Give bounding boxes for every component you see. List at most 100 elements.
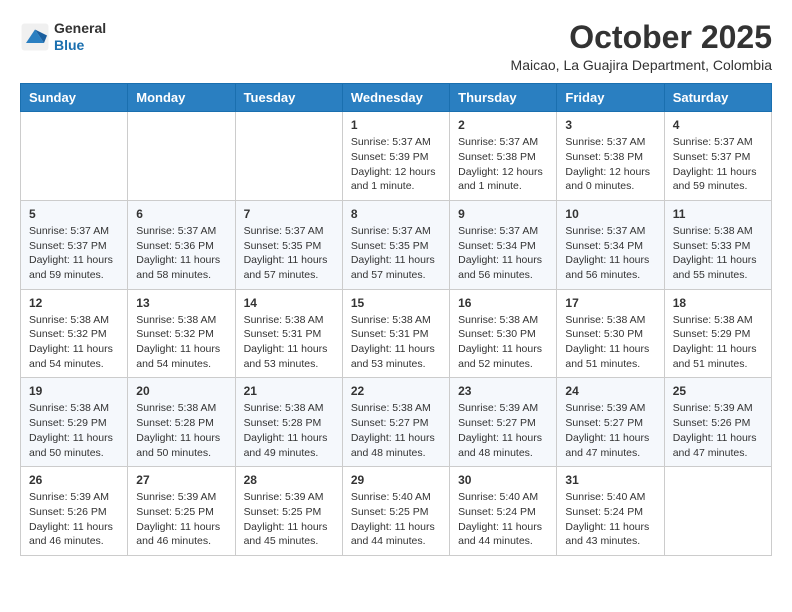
day-cell: 4 Sunrise: 5:37 AM Sunset: 5:37 PM Daylig…	[664, 112, 771, 201]
day-cell	[21, 112, 128, 201]
day-number: 22	[351, 384, 441, 398]
day-cell: 8 Sunrise: 5:37 AM Sunset: 5:35 PM Daylig…	[342, 200, 449, 289]
day-info: Sunrise: 5:38 AM Sunset: 5:30 PM Dayligh…	[565, 313, 655, 372]
day-info: Sunrise: 5:38 AM Sunset: 5:29 PM Dayligh…	[29, 401, 119, 460]
logo-icon	[20, 22, 50, 52]
day-number: 12	[29, 296, 119, 310]
day-number: 4	[673, 118, 763, 132]
day-info: Sunrise: 5:37 AM Sunset: 5:34 PM Dayligh…	[565, 224, 655, 283]
location: Maicao, La Guajira Department, Colombia	[511, 57, 772, 73]
day-cell: 30Sunrise: 5:40 AM Sunset: 5:24 PM Dayli…	[450, 467, 557, 556]
day-cell: 17 Sunrise: 5:38 AM Sunset: 5:30 PM Dayli…	[557, 289, 664, 378]
day-number: 23	[458, 384, 548, 398]
week-row-2: 5 Sunrise: 5:37 AM Sunset: 5:37 PM Daylig…	[21, 200, 772, 289]
day-info: Sunrise: 5:37 AM Sunset: 5:39 PM Dayligh…	[351, 135, 441, 194]
day-info: Sunrise: 5:37 AM Sunset: 5:34 PM Dayligh…	[458, 224, 548, 283]
day-number: 16	[458, 296, 548, 310]
day-cell: 6Sunrise: 5:37 AM Sunset: 5:36 PM Daylig…	[128, 200, 235, 289]
header: General Blue October 2025 Maicao, La Gua…	[20, 20, 772, 73]
day-cell: 5 Sunrise: 5:37 AM Sunset: 5:37 PM Daylig…	[21, 200, 128, 289]
day-number: 31	[565, 473, 655, 487]
days-header-row: SundayMondayTuesdayWednesdayThursdayFrid…	[21, 84, 772, 112]
day-cell: 11 Sunrise: 5:38 AM Sunset: 5:33 PM Dayli…	[664, 200, 771, 289]
day-info: Sunrise: 5:40 AM Sunset: 5:24 PM Dayligh…	[458, 490, 548, 549]
day-number: 7	[244, 207, 334, 221]
day-info: Sunrise: 5:38 AM Sunset: 5:32 PM Dayligh…	[136, 313, 226, 372]
day-header-wednesday: Wednesday	[342, 84, 449, 112]
day-number: 25	[673, 384, 763, 398]
day-number: 2	[458, 118, 548, 132]
day-cell: 7Sunrise: 5:37 AM Sunset: 5:35 PM Daylig…	[235, 200, 342, 289]
day-number: 3	[565, 118, 655, 132]
day-info: Sunrise: 5:38 AM Sunset: 5:32 PM Dayligh…	[29, 313, 119, 372]
day-cell: 1Sunrise: 5:37 AM Sunset: 5:39 PM Daylig…	[342, 112, 449, 201]
day-number: 5	[29, 207, 119, 221]
day-cell: 28 Sunrise: 5:39 AM Sunset: 5:25 PM Dayli…	[235, 467, 342, 556]
day-cell	[235, 112, 342, 201]
day-info: Sunrise: 5:37 AM Sunset: 5:35 PM Dayligh…	[351, 224, 441, 283]
day-header-tuesday: Tuesday	[235, 84, 342, 112]
day-cell: 23 Sunrise: 5:39 AM Sunset: 5:27 PM Dayli…	[450, 378, 557, 467]
day-cell: 19Sunrise: 5:38 AM Sunset: 5:29 PM Dayli…	[21, 378, 128, 467]
logo: General Blue	[20, 20, 106, 54]
day-number: 28	[244, 473, 334, 487]
day-number: 6	[136, 207, 226, 221]
day-cell: 29Sunrise: 5:40 AM Sunset: 5:25 PM Dayli…	[342, 467, 449, 556]
day-info: Sunrise: 5:39 AM Sunset: 5:25 PM Dayligh…	[244, 490, 334, 549]
day-info: Sunrise: 5:38 AM Sunset: 5:33 PM Dayligh…	[673, 224, 763, 283]
week-row-3: 12 Sunrise: 5:38 AM Sunset: 5:32 PM Dayli…	[21, 289, 772, 378]
day-info: Sunrise: 5:39 AM Sunset: 5:27 PM Dayligh…	[458, 401, 548, 460]
day-info: Sunrise: 5:39 AM Sunset: 5:27 PM Dayligh…	[565, 401, 655, 460]
day-number: 11	[673, 207, 763, 221]
day-cell: 24 Sunrise: 5:39 AM Sunset: 5:27 PM Dayli…	[557, 378, 664, 467]
title-section: October 2025 Maicao, La Guajira Departme…	[511, 20, 772, 73]
day-info: Sunrise: 5:40 AM Sunset: 5:25 PM Dayligh…	[351, 490, 441, 549]
day-number: 13	[136, 296, 226, 310]
day-number: 17	[565, 296, 655, 310]
day-cell: 3 Sunrise: 5:37 AM Sunset: 5:38 PM Daylig…	[557, 112, 664, 201]
day-info: Sunrise: 5:38 AM Sunset: 5:28 PM Dayligh…	[244, 401, 334, 460]
day-info: Sunrise: 5:37 AM Sunset: 5:37 PM Dayligh…	[673, 135, 763, 194]
day-cell	[664, 467, 771, 556]
day-header-saturday: Saturday	[664, 84, 771, 112]
day-info: Sunrise: 5:39 AM Sunset: 5:26 PM Dayligh…	[29, 490, 119, 549]
day-info: Sunrise: 5:37 AM Sunset: 5:38 PM Dayligh…	[458, 135, 548, 194]
day-info: Sunrise: 5:38 AM Sunset: 5:28 PM Dayligh…	[136, 401, 226, 460]
logo-blue: Blue	[54, 37, 106, 54]
day-info: Sunrise: 5:37 AM Sunset: 5:38 PM Dayligh…	[565, 135, 655, 194]
day-header-thursday: Thursday	[450, 84, 557, 112]
day-cell	[128, 112, 235, 201]
day-info: Sunrise: 5:40 AM Sunset: 5:24 PM Dayligh…	[565, 490, 655, 549]
month-year: October 2025	[511, 20, 772, 55]
day-number: 21	[244, 384, 334, 398]
week-row-5: 26Sunrise: 5:39 AM Sunset: 5:26 PM Dayli…	[21, 467, 772, 556]
day-info: Sunrise: 5:38 AM Sunset: 5:31 PM Dayligh…	[244, 313, 334, 372]
day-info: Sunrise: 5:38 AM Sunset: 5:27 PM Dayligh…	[351, 401, 441, 460]
day-cell: 21 Sunrise: 5:38 AM Sunset: 5:28 PM Dayli…	[235, 378, 342, 467]
day-info: Sunrise: 5:39 AM Sunset: 5:25 PM Dayligh…	[136, 490, 226, 549]
week-row-4: 19Sunrise: 5:38 AM Sunset: 5:29 PM Dayli…	[21, 378, 772, 467]
day-number: 8	[351, 207, 441, 221]
day-cell: 16 Sunrise: 5:38 AM Sunset: 5:30 PM Dayli…	[450, 289, 557, 378]
day-info: Sunrise: 5:39 AM Sunset: 5:26 PM Dayligh…	[673, 401, 763, 460]
day-cell: 14Sunrise: 5:38 AM Sunset: 5:31 PM Dayli…	[235, 289, 342, 378]
day-header-friday: Friday	[557, 84, 664, 112]
day-number: 10	[565, 207, 655, 221]
day-header-sunday: Sunday	[21, 84, 128, 112]
day-header-monday: Monday	[128, 84, 235, 112]
calendar: SundayMondayTuesdayWednesdayThursdayFrid…	[20, 83, 772, 556]
day-cell: 12 Sunrise: 5:38 AM Sunset: 5:32 PM Dayli…	[21, 289, 128, 378]
day-cell: 27Sunrise: 5:39 AM Sunset: 5:25 PM Dayli…	[128, 467, 235, 556]
logo-general: General	[54, 20, 106, 37]
day-number: 20	[136, 384, 226, 398]
day-cell: 20 Sunrise: 5:38 AM Sunset: 5:28 PM Dayli…	[128, 378, 235, 467]
day-info: Sunrise: 5:38 AM Sunset: 5:30 PM Dayligh…	[458, 313, 548, 372]
day-info: Sunrise: 5:38 AM Sunset: 5:29 PM Dayligh…	[673, 313, 763, 372]
day-cell: 10 Sunrise: 5:37 AM Sunset: 5:34 PM Dayli…	[557, 200, 664, 289]
day-cell: 15Sunrise: 5:38 AM Sunset: 5:31 PM Dayli…	[342, 289, 449, 378]
day-cell: 9Sunrise: 5:37 AM Sunset: 5:34 PM Daylig…	[450, 200, 557, 289]
day-info: Sunrise: 5:38 AM Sunset: 5:31 PM Dayligh…	[351, 313, 441, 372]
week-row-1: 1Sunrise: 5:37 AM Sunset: 5:39 PM Daylig…	[21, 112, 772, 201]
day-number: 24	[565, 384, 655, 398]
day-info: Sunrise: 5:37 AM Sunset: 5:37 PM Dayligh…	[29, 224, 119, 283]
